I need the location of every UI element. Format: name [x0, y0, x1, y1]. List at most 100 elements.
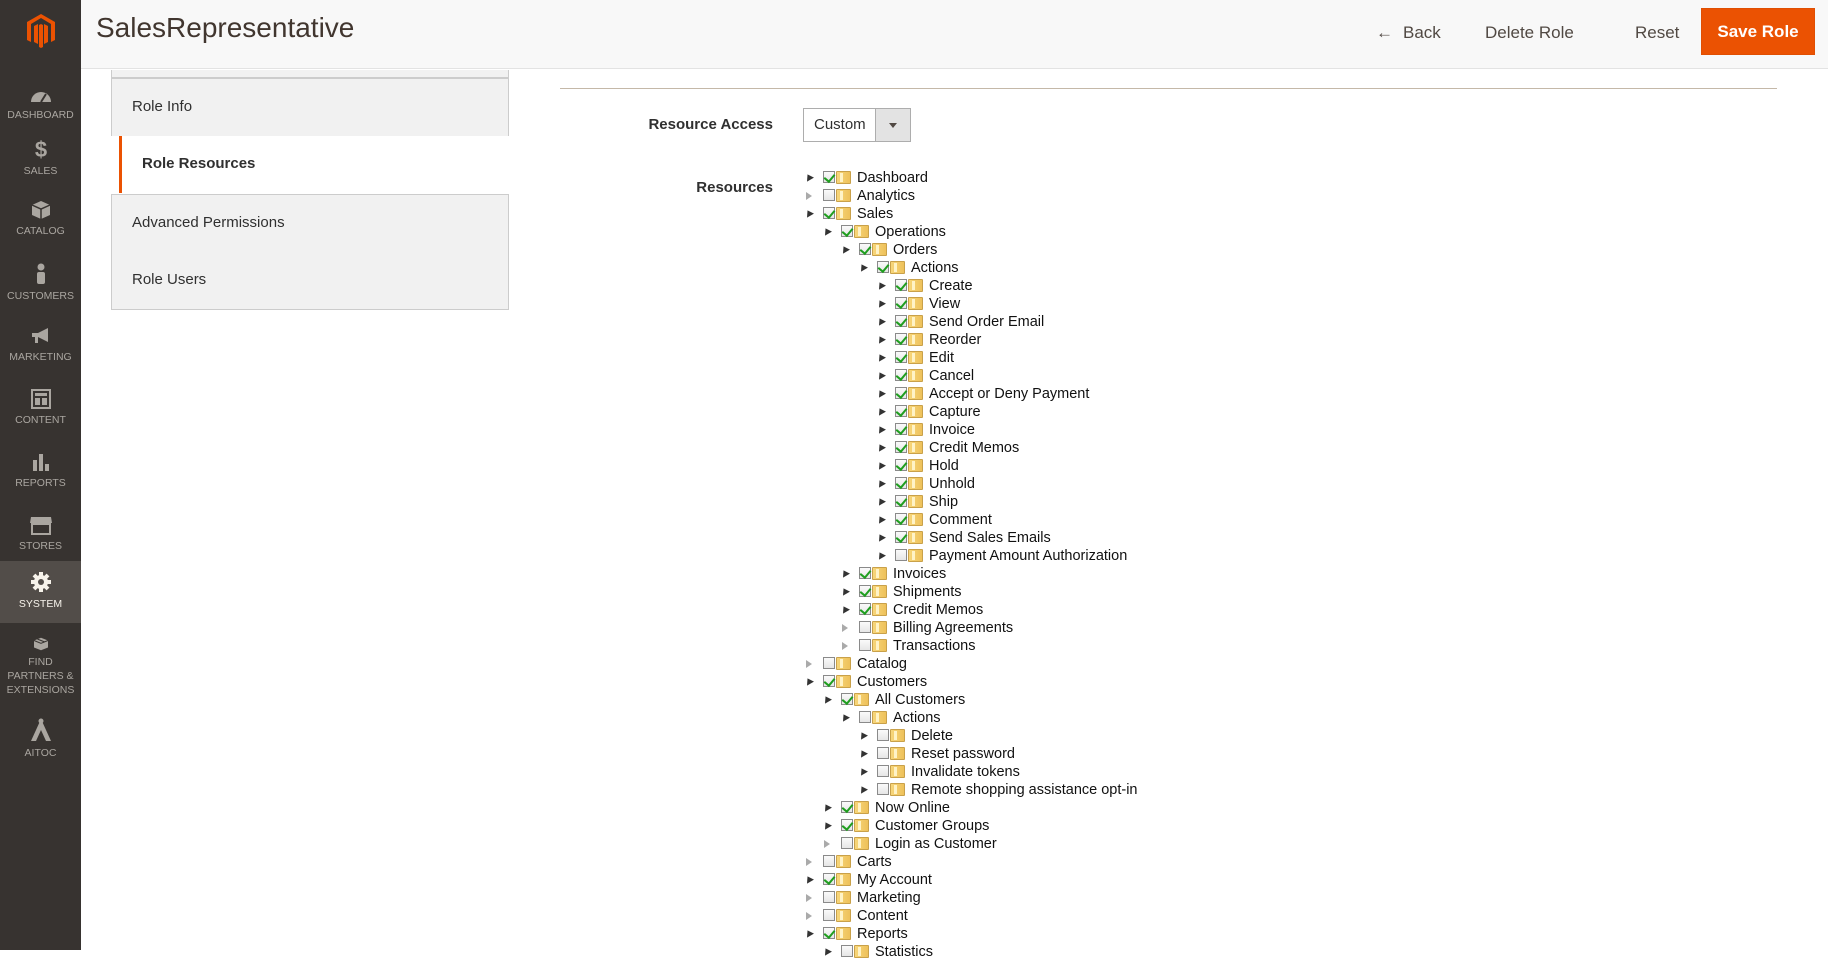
tree-checkbox[interactable]: [877, 261, 889, 273]
save-role-button[interactable]: Save Role: [1701, 8, 1815, 55]
tree-checkbox[interactable]: [841, 945, 853, 957]
chevron-down-icon[interactable]: [875, 109, 910, 141]
tree-node-label[interactable]: Operations: [875, 223, 946, 241]
tree-checkbox[interactable]: [841, 801, 853, 813]
tree-checkbox[interactable]: [823, 909, 835, 921]
menu-item-sales[interactable]: $ SALES: [0, 128, 81, 190]
tree-checkbox[interactable]: [895, 423, 907, 435]
expanded-arrow-icon[interactable]: [876, 316, 886, 326]
tree-node-label[interactable]: Edit: [929, 349, 954, 367]
collapsed-arrow-icon[interactable]: [806, 858, 812, 866]
tree-node-label[interactable]: Content: [857, 907, 908, 925]
tree-checkbox[interactable]: [877, 747, 889, 759]
tab-advanced-permissions[interactable]: Advanced Permissions: [111, 194, 509, 252]
tab-role-resources[interactable]: Role Resources: [119, 136, 512, 193]
tree-checkbox[interactable]: [823, 675, 835, 687]
expanded-arrow-icon[interactable]: [876, 388, 886, 398]
tree-node-label[interactable]: Credit Memos: [893, 601, 983, 619]
expanded-arrow-icon[interactable]: [804, 208, 814, 218]
tree-node-label[interactable]: Cancel: [929, 367, 974, 385]
expanded-arrow-icon[interactable]: [840, 604, 850, 614]
expanded-arrow-icon[interactable]: [876, 496, 886, 506]
collapsed-arrow-icon[interactable]: [806, 192, 812, 200]
menu-item-system[interactable]: SYSTEM: [0, 561, 81, 623]
expanded-arrow-icon[interactable]: [876, 406, 886, 416]
reset-button[interactable]: Reset: [1625, 14, 1689, 52]
tree-node-label[interactable]: Shipments: [893, 583, 962, 601]
tree-checkbox[interactable]: [895, 279, 907, 291]
back-button[interactable]: ← Back: [1366, 14, 1451, 52]
magento-logo[interactable]: [0, 0, 81, 62]
tree-checkbox[interactable]: [895, 405, 907, 417]
tree-node-label[interactable]: Invalidate tokens: [911, 763, 1020, 781]
tree-node-label[interactable]: Customers: [857, 673, 927, 691]
collapsed-arrow-icon[interactable]: [824, 840, 830, 848]
expanded-arrow-icon[interactable]: [858, 748, 868, 758]
menu-item-customers[interactable]: CUSTOMERS: [0, 253, 81, 315]
expanded-arrow-icon[interactable]: [876, 334, 886, 344]
collapsed-arrow-icon[interactable]: [806, 894, 812, 902]
tree-checkbox[interactable]: [859, 711, 871, 723]
expanded-arrow-icon[interactable]: [876, 352, 886, 362]
tree-checkbox[interactable]: [859, 639, 871, 651]
tree-node-label[interactable]: Credit Memos: [929, 439, 1019, 457]
expanded-arrow-icon[interactable]: [804, 172, 814, 182]
tree-node-label[interactable]: Actions: [911, 259, 959, 277]
tree-checkbox[interactable]: [895, 477, 907, 489]
tree-node-label[interactable]: Actions: [893, 709, 941, 727]
tree-node-label[interactable]: Reset password: [911, 745, 1015, 763]
tree-node-label[interactable]: Marketing: [857, 889, 921, 907]
tree-checkbox[interactable]: [823, 873, 835, 885]
expanded-arrow-icon[interactable]: [876, 280, 886, 290]
tree-node-label[interactable]: Reorder: [929, 331, 981, 349]
tree-node-label[interactable]: Comment: [929, 511, 992, 529]
tree-node-label[interactable]: Transactions: [893, 637, 975, 655]
tree-checkbox[interactable]: [859, 603, 871, 615]
tree-checkbox[interactable]: [895, 387, 907, 399]
tree-checkbox[interactable]: [823, 207, 835, 219]
tree-node-label[interactable]: Payment Amount Authorization: [929, 547, 1127, 565]
menu-item-content[interactable]: CONTENT: [0, 379, 81, 441]
tree-node-label[interactable]: Sales: [857, 205, 893, 223]
delete-role-button[interactable]: Delete Role: [1475, 14, 1584, 52]
collapsed-arrow-icon[interactable]: [842, 642, 848, 650]
expanded-arrow-icon[interactable]: [804, 928, 814, 938]
collapsed-arrow-icon[interactable]: [842, 624, 848, 632]
tree-node-label[interactable]: Login as Customer: [875, 835, 997, 853]
tree-checkbox[interactable]: [895, 513, 907, 525]
expanded-arrow-icon[interactable]: [804, 874, 814, 884]
expanded-arrow-icon[interactable]: [822, 946, 832, 956]
menu-item-find-partners[interactable]: FIND PARTNERS & EXTENSIONS: [0, 627, 81, 697]
tree-node-label[interactable]: Dashboard: [857, 169, 928, 187]
tree-checkbox[interactable]: [841, 225, 853, 237]
tree-node-label[interactable]: Customer Groups: [875, 817, 989, 835]
expanded-arrow-icon[interactable]: [822, 694, 832, 704]
tab-role-info[interactable]: Role Info: [111, 78, 509, 136]
tree-checkbox[interactable]: [877, 729, 889, 741]
tree-checkbox[interactable]: [895, 531, 907, 543]
tree-checkbox[interactable]: [823, 891, 835, 903]
tree-checkbox[interactable]: [895, 297, 907, 309]
tab-role-users[interactable]: Role Users: [111, 252, 509, 310]
tree-node-label[interactable]: Now Online: [875, 799, 950, 817]
tree-checkbox[interactable]: [895, 369, 907, 381]
tree-node-label[interactable]: Billing Agreements: [893, 619, 1013, 637]
tree-node-label[interactable]: Hold: [929, 457, 959, 475]
expanded-arrow-icon[interactable]: [876, 514, 886, 524]
tree-node-label[interactable]: View: [929, 295, 960, 313]
expanded-arrow-icon[interactable]: [876, 370, 886, 380]
expanded-arrow-icon[interactable]: [822, 226, 832, 236]
expanded-arrow-icon[interactable]: [876, 298, 886, 308]
expanded-arrow-icon[interactable]: [840, 712, 850, 722]
tree-checkbox[interactable]: [895, 441, 907, 453]
expanded-arrow-icon[interactable]: [840, 244, 850, 254]
tree-node-label[interactable]: Carts: [857, 853, 892, 871]
tree-node-label[interactable]: Unhold: [929, 475, 975, 493]
tree-checkbox[interactable]: [841, 819, 853, 831]
expanded-arrow-icon[interactable]: [822, 820, 832, 830]
tree-checkbox[interactable]: [823, 171, 835, 183]
expanded-arrow-icon[interactable]: [840, 586, 850, 596]
expanded-arrow-icon[interactable]: [876, 460, 886, 470]
tree-node-label[interactable]: Delete: [911, 727, 953, 745]
tree-checkbox[interactable]: [895, 459, 907, 471]
